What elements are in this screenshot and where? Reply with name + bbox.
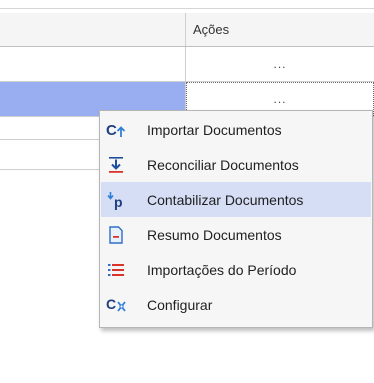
summary-document-icon — [106, 225, 126, 245]
import-documents-icon: C — [106, 120, 126, 140]
table-row[interactable]: ... — [0, 47, 374, 82]
menu-item-importacoes-do-periodo[interactable]: Importações do Período — [101, 252, 371, 287]
menu-item-label: Contabilizar Documentos — [147, 191, 304, 208]
svg-text:C: C — [106, 122, 117, 139]
menu-item-contabilizar-documentos[interactable]: p Contabilizar Documentos — [101, 182, 371, 217]
menu-item-resumo-documentos[interactable]: Resumo Documentos — [101, 217, 371, 252]
post-accounting-icon: p — [106, 190, 126, 210]
reconcile-download-icon — [106, 155, 126, 175]
svg-text:p: p — [114, 194, 123, 210]
configure-icon: C — [106, 295, 126, 315]
column-divider[interactable] — [185, 13, 186, 46]
menu-item-importar-documentos[interactable]: C Importar Documentos — [101, 112, 371, 147]
menu-item-label: Reconciliar Documentos — [147, 156, 299, 173]
actions-column-header[interactable]: Ações — [193, 22, 229, 37]
row-actions-button[interactable]: ... — [186, 47, 374, 81]
grid-header: Ações — [0, 13, 374, 47]
context-menu: C Importar Documentos Reconciliar Docume… — [99, 110, 373, 328]
menu-item-configurar[interactable]: C Configurar — [101, 287, 371, 322]
list-icon — [106, 260, 126, 280]
grid-top-border — [0, 8, 374, 9]
menu-item-label: Configurar — [147, 296, 213, 313]
row-divider — [0, 169, 100, 170]
menu-item-label: Importar Documentos — [147, 121, 282, 138]
row-divider — [0, 139, 100, 140]
svg-text:C: C — [106, 296, 116, 312]
menu-item-label: Importações do Período — [147, 261, 297, 278]
menu-item-reconciliar-documentos[interactable]: Reconciliar Documentos — [101, 147, 371, 182]
menu-item-label: Resumo Documentos — [147, 226, 282, 243]
